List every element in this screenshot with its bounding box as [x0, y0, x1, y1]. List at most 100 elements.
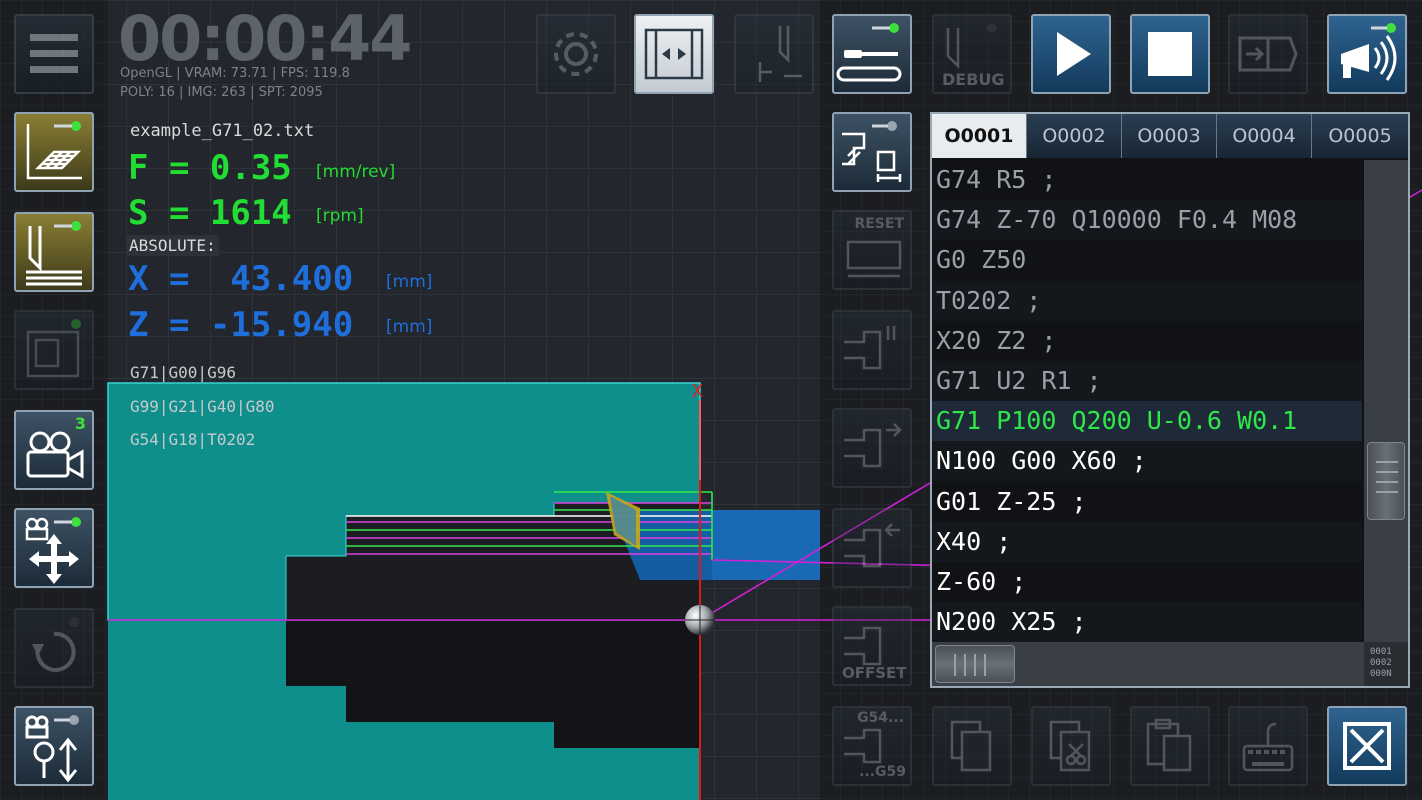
offset-button[interactable]: OFFSET: [832, 606, 912, 686]
keyboard-button[interactable]: [1228, 706, 1308, 786]
zoom-magnifier-icon: [25, 715, 79, 783]
3d-grid-icon: [26, 121, 82, 180]
settings-button[interactable]: [536, 14, 616, 94]
tab-program-3[interactable]: O0003: [1122, 114, 1217, 158]
close-icon: [1343, 722, 1391, 770]
tab-program-5[interactable]: O0005: [1312, 114, 1408, 158]
hamburger-icon: [30, 34, 78, 73]
move-arrows-icon: [25, 517, 81, 584]
x-unit: [mm]: [386, 272, 433, 292]
feed-rate: F = 0.35: [128, 148, 292, 188]
corner-line-2: 0002: [1370, 658, 1392, 668]
tool-measure-button[interactable]: [734, 14, 814, 94]
x-position: X = 43.400: [128, 259, 354, 299]
stop-button[interactable]: [1130, 14, 1210, 94]
tab-program-4[interactable]: O0004: [1217, 114, 1312, 158]
render-stats-2: POLY: 16 | IMG: 263 | SPT: 2095: [120, 85, 323, 100]
code-line-current[interactable]: G71 P100 Q200 U-0.6 W0.1: [932, 401, 1362, 442]
corner-line-3: 000N: [1370, 669, 1392, 679]
paste-icon: [1146, 718, 1192, 772]
split-screen-icon: [644, 28, 704, 80]
horizontal-scrollbar[interactable]: [932, 642, 1364, 686]
copy-button[interactable]: [932, 706, 1012, 786]
code-line[interactable]: Z-60 ;: [932, 562, 1362, 602]
vertical-scroll-thumb[interactable]: [1367, 442, 1405, 520]
machine-view-button[interactable]: [14, 310, 94, 390]
camera-select-button[interactable]: 3: [14, 410, 94, 490]
code-line[interactable]: X20 Z2 ;: [932, 320, 1362, 361]
reset-stock-icon: [846, 240, 902, 278]
axis-x-marker: X: [692, 381, 703, 402]
camera-rotate-button[interactable]: [14, 608, 94, 688]
coordinate-mode: ABSOLUTE:: [126, 235, 219, 256]
render-stats-1: OpenGL | VRAM: 73.71 | FPS: 119.8: [120, 66, 350, 81]
toolpath-view-button[interactable]: [14, 112, 94, 192]
wrench-screwdriver-icon: [836, 23, 902, 82]
tab-program-1[interactable]: O0001: [932, 114, 1027, 158]
paste-button[interactable]: [1130, 706, 1210, 786]
code-line[interactable]: N100 G00 X60 ;: [932, 441, 1362, 482]
corner-line-1: 0001: [1370, 647, 1392, 657]
step-button[interactable]: [1228, 14, 1308, 94]
debug-button[interactable]: DEBUG: [932, 14, 1012, 94]
code-editor-panel: O0001 O0002 O0003 O0004 O0005 G74 R5 ; G7…: [930, 112, 1410, 688]
offset-label: OFFSET: [842, 664, 907, 682]
code-line[interactable]: G74 Z-70 Q10000 F0.4 M08: [932, 200, 1362, 241]
workpiece-dimension-button[interactable]: [832, 112, 912, 192]
boring-op-icon: [844, 523, 900, 568]
camera-zoom-button[interactable]: [14, 706, 94, 786]
megaphone-icon: [1341, 23, 1397, 81]
machine-icon: [26, 319, 81, 378]
camera-pan-button[interactable]: [14, 508, 94, 588]
scissors-icon: [1049, 720, 1091, 772]
code-line[interactable]: N200 X25 ;: [932, 602, 1362, 642]
debug-label: DEBUG: [942, 70, 1005, 89]
gear-icon: [554, 32, 598, 76]
tool-dimension-icon: [758, 26, 802, 82]
code-lines[interactable]: G74 R5 ; G74 Z-70 Q10000 F0.4 M08 G0 Z50 T0…: [932, 160, 1362, 642]
turning-op-icon: [844, 423, 902, 468]
rotate-icon: [32, 617, 79, 672]
code-line[interactable]: G0 Z50: [932, 240, 1362, 281]
split-view-button[interactable]: [634, 14, 714, 94]
stop-icon: [1148, 32, 1192, 76]
line-number-toggle[interactable]: 0001 0002 000N: [1364, 642, 1408, 686]
modal-gcodes-2: G99|G21|G40|G80: [130, 397, 275, 416]
vertical-scrollbar[interactable]: [1364, 160, 1408, 642]
sound-button[interactable]: [1327, 14, 1407, 94]
code-line[interactable]: T0202 ;: [932, 280, 1362, 321]
play-icon: [1057, 32, 1091, 76]
feed-unit: [mm/rev]: [316, 162, 396, 182]
modal-gcodes-1: G71|G00|G96: [130, 363, 236, 382]
lathe-tool-icon: [26, 221, 82, 286]
facing-button[interactable]: [832, 310, 912, 390]
camera-count-badge: 3: [74, 414, 86, 433]
code-line[interactable]: G01 Z-25 ;: [932, 481, 1362, 522]
tools-button[interactable]: [832, 14, 912, 94]
boring-button[interactable]: [832, 508, 912, 588]
workpiece-profile-icon: [842, 121, 902, 182]
code-line[interactable]: G74 R5 ;: [932, 160, 1362, 200]
close-button[interactable]: [1327, 706, 1407, 786]
work-offset-button[interactable]: G54... ...G59: [832, 706, 912, 786]
facing-op-icon: [844, 326, 896, 370]
tool-view-button[interactable]: [14, 212, 94, 292]
code-line[interactable]: X40 ;: [932, 521, 1362, 562]
z-position: Z = -15.940: [128, 305, 354, 345]
copy-icon: [950, 720, 992, 772]
horizontal-scroll-thumb[interactable]: [935, 645, 1015, 683]
step-into-icon: [1238, 36, 1298, 72]
cut-button[interactable]: [1031, 706, 1111, 786]
play-button[interactable]: [1031, 14, 1111, 94]
turning-button[interactable]: [832, 408, 912, 488]
modal-gcodes-3: G54|G18|T0202: [130, 430, 256, 449]
code-line[interactable]: G71 U2 R1 ;: [932, 361, 1362, 401]
g59-label: ...G59: [859, 764, 906, 780]
timer: 00:00:44: [118, 2, 412, 75]
z-unit: [mm]: [386, 317, 433, 337]
program-filename: example_G71_02.txt: [130, 121, 315, 141]
reset-button[interactable]: RESET: [832, 210, 912, 290]
keyboard-icon: [1242, 722, 1294, 772]
tab-program-2[interactable]: O0002: [1027, 114, 1122, 158]
menu-button[interactable]: [14, 14, 94, 94]
